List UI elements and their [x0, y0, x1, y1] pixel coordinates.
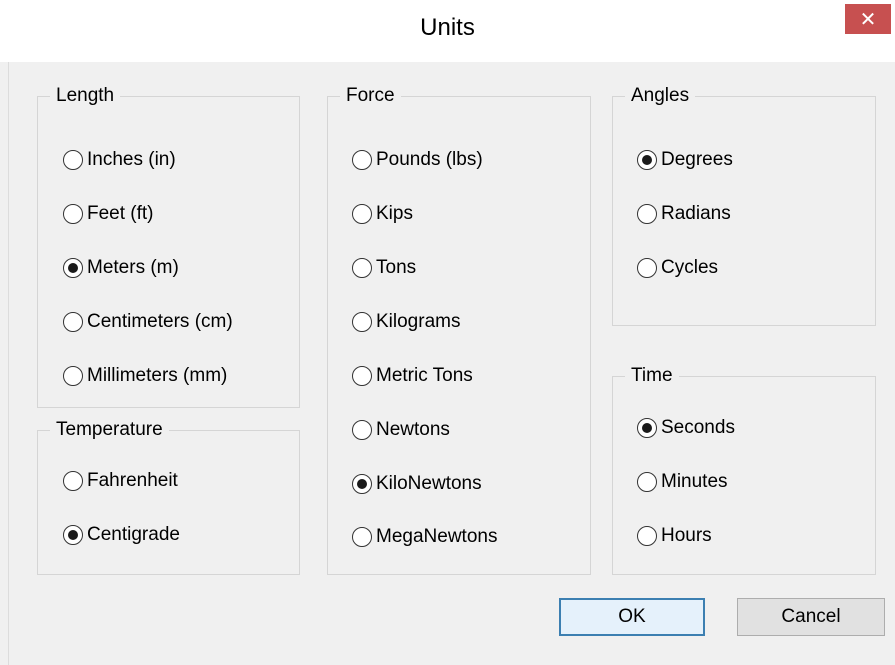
radio-label: Fahrenheit — [87, 470, 178, 491]
radio-circle — [63, 204, 83, 224]
close-button[interactable]: ✕ — [845, 4, 891, 34]
radio-hours[interactable]: Hours — [637, 521, 712, 551]
radio-circle — [637, 258, 657, 278]
radio-tons[interactable]: Tons — [352, 253, 416, 283]
radio-kips[interactable]: Kips — [352, 199, 413, 229]
radio-label: KiloNewtons — [376, 473, 482, 494]
length-legend: Length — [50, 83, 121, 109]
radio-circle — [352, 474, 372, 494]
radio-radians[interactable]: Radians — [637, 199, 731, 229]
angles-legend: Angles — [625, 83, 696, 109]
radio-label: Kips — [376, 203, 413, 224]
radio-circle — [352, 258, 372, 278]
radio-label: Newtons — [376, 419, 450, 440]
radio-label: Pounds (lbs) — [376, 149, 483, 170]
radio-circle — [352, 527, 372, 547]
radio-label: Inches (in) — [87, 149, 176, 170]
dialog-body: Length Inches (in) Feet (ft) Meters (m) … — [8, 62, 895, 665]
cancel-button[interactable]: Cancel — [737, 598, 885, 636]
radio-kilonewtons[interactable]: KiloNewtons — [352, 469, 482, 499]
radio-label: Centimeters (cm) — [87, 311, 233, 332]
time-group: Time Seconds Minutes Hours — [612, 363, 876, 575]
radio-centigrade[interactable]: Centigrade — [63, 520, 180, 550]
radio-label: Minutes — [661, 471, 728, 492]
radio-newtons[interactable]: Newtons — [352, 415, 450, 445]
radio-fahrenheit[interactable]: Fahrenheit — [63, 466, 178, 496]
title-bar[interactable]: Units ✕ — [0, 0, 895, 62]
radio-label: MegaNewtons — [376, 526, 498, 547]
radio-seconds[interactable]: Seconds — [637, 413, 735, 443]
radio-circle — [637, 150, 657, 170]
radio-meters[interactable]: Meters (m) — [63, 253, 179, 283]
radio-minutes[interactable]: Minutes — [637, 467, 728, 497]
angles-group: Angles Degrees Radians Cycles — [612, 83, 876, 326]
radio-label: Radians — [661, 203, 731, 224]
close-icon: ✕ — [859, 8, 877, 31]
temperature-group: Temperature Fahrenheit Centigrade — [37, 417, 300, 575]
radio-label: Metric Tons — [376, 365, 473, 386]
radio-inches[interactable]: Inches (in) — [63, 145, 176, 175]
radio-circle — [637, 472, 657, 492]
radio-circle — [637, 418, 657, 438]
radio-millimeters[interactable]: Millimeters (mm) — [63, 361, 227, 391]
radio-label: Millimeters (mm) — [87, 365, 228, 386]
radio-label: Cycles — [661, 257, 719, 278]
length-group: Length Inches (in) Feet (ft) Meters (m) … — [37, 83, 300, 408]
ok-button[interactable]: OK — [559, 598, 705, 636]
radio-circle — [63, 525, 83, 545]
radio-label: Kilograms — [376, 311, 461, 332]
radio-circle — [637, 204, 657, 224]
radio-circle — [352, 420, 372, 440]
radio-circle — [63, 366, 83, 386]
radio-meganewtons[interactable]: MegaNewtons — [352, 522, 497, 552]
force-legend: Force — [340, 83, 401, 109]
radio-centimeters[interactable]: Centimeters (cm) — [63, 307, 233, 337]
radio-feet[interactable]: Feet (ft) — [63, 199, 154, 229]
radio-metric-tons[interactable]: Metric Tons — [352, 361, 473, 391]
radio-label: Tons — [376, 257, 417, 278]
radio-circle — [352, 366, 372, 386]
radio-label: Seconds — [661, 417, 735, 438]
radio-cycles[interactable]: Cycles — [637, 253, 718, 283]
radio-kilograms[interactable]: Kilograms — [352, 307, 460, 337]
radio-circle — [63, 150, 83, 170]
radio-circle — [63, 312, 83, 332]
radio-circle — [352, 150, 372, 170]
radio-label: Meters (m) — [87, 257, 179, 278]
time-legend: Time — [625, 363, 679, 389]
radio-label: Feet (ft) — [87, 203, 154, 224]
radio-label: Hours — [661, 525, 712, 546]
radio-circle — [352, 312, 372, 332]
dialog-title: Units — [420, 14, 475, 41]
temperature-legend: Temperature — [50, 417, 169, 443]
radio-label: Centigrade — [87, 524, 180, 545]
radio-degrees[interactable]: Degrees — [637, 145, 733, 175]
radio-circle — [352, 204, 372, 224]
force-group: Force Pounds (lbs) Kips Tons Kilograms M… — [327, 83, 591, 575]
radio-label: Degrees — [661, 149, 733, 170]
radio-circle — [63, 258, 83, 278]
radio-circle — [637, 526, 657, 546]
radio-circle — [63, 471, 83, 491]
radio-pounds[interactable]: Pounds (lbs) — [352, 145, 483, 175]
